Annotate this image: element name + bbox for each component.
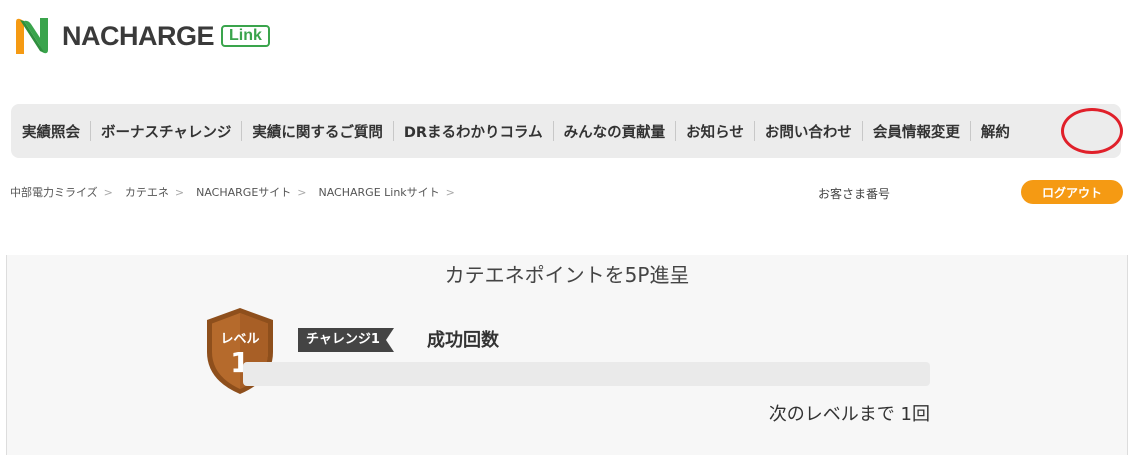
nav-item-results[interactable]: 実績照会: [22, 121, 101, 142]
nav-item-contribution[interactable]: みんなの貢献量: [564, 121, 687, 142]
nav-item-dr-column[interactable]: DRまるわかりコラム: [404, 121, 564, 142]
nav-item-bonus-challenge[interactable]: ボーナスチャレンジ: [101, 121, 252, 142]
chevron-right-icon: >: [103, 185, 113, 199]
nav-item-results-faq[interactable]: 実績に関するご質問: [252, 121, 404, 142]
nav-item-cancel[interactable]: 解約: [981, 121, 1010, 142]
breadcrumb-link-nacharge[interactable]: NACHARGEサイト: [196, 184, 291, 200]
chevron-right-icon: >: [445, 185, 455, 199]
next-level-remaining: 次のレベルまで 1回: [768, 404, 930, 425]
brand-sub-badge: Link: [221, 25, 270, 47]
challenge-tag: チャレンジ1: [298, 328, 394, 352]
challenge-name: 成功回数: [427, 330, 499, 351]
breadcrumb-link-chubu-miraiz[interactable]: 中部電力ミライズ: [10, 184, 98, 200]
chevron-right-icon: >: [297, 185, 307, 199]
main-nav: 実績照会 ボーナスチャレンジ 実績に関するご質問 DRまるわかりコラム みんなの…: [11, 104, 1121, 158]
nav-item-news[interactable]: お知らせ: [686, 121, 765, 142]
breadcrumb-link-nacharge-link[interactable]: NACHARGE Linkサイト: [318, 184, 439, 200]
nav-item-member-info[interactable]: 会員情報変更: [873, 121, 981, 142]
breadcrumb-link-kateene[interactable]: カテエネ: [125, 184, 169, 200]
challenge-tag-label: チャレンジ1: [298, 328, 386, 352]
customer-number-label: お客さま番号: [818, 187, 891, 201]
logout-button[interactable]: ログアウト: [1021, 180, 1123, 204]
brand-name: NACHARGE: [62, 20, 215, 51]
challenge-progress-bar: [243, 362, 930, 386]
brand-logo[interactable]: NACHARGE Link: [10, 14, 270, 58]
nacharge-logo-mark-icon: [16, 18, 48, 54]
breadcrumb: 中部電力ミライズ > カテエネ > NACHARGEサイト > NACHARGE…: [10, 184, 467, 200]
nav-item-contact[interactable]: お問い合わせ: [765, 121, 873, 142]
badge-label: レベル: [220, 332, 259, 347]
chevron-right-icon: >: [174, 185, 185, 199]
challenge-reward-title: カテエネポイントを5P進呈: [444, 263, 690, 287]
tag-notch: [385, 328, 394, 352]
